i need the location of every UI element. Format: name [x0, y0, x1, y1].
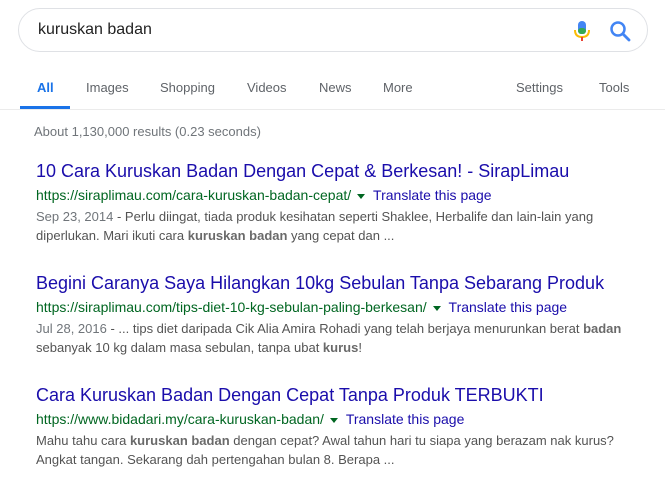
search-result: Begini Caranya Saya Hilangkan 10kg Sebul…: [36, 272, 646, 357]
result-url: https://siraplimau.com/tips-diet-10-kg-s…: [36, 299, 427, 315]
result-url: https://www.bidadari.my/cara-kuruskan-ba…: [36, 411, 324, 427]
search-icon[interactable]: [609, 20, 631, 42]
search-result: Cara Kuruskan Badan Dengan Cepat Tanpa P…: [36, 384, 646, 469]
snippet-text: - ... tips diet daripada Cik Alia Amira …: [106, 321, 584, 336]
tab-all[interactable]: All: [37, 80, 54, 95]
result-stats: About 1,130,000 results (0.23 seconds): [34, 124, 261, 139]
tab-videos[interactable]: Videos: [247, 80, 287, 95]
snippet-text: yang cepat dan ...: [287, 228, 395, 243]
snippet-text: sebanyak 10 kg dalam masa sebulan, tanpa…: [36, 340, 323, 355]
result-snippet: Sep 23, 2014 - Perlu diingat, tiada prod…: [36, 207, 636, 245]
result-date: Jul 28, 2016: [36, 321, 107, 336]
tab-more[interactable]: More: [383, 80, 413, 95]
translate-link[interactable]: Translate this page: [373, 187, 492, 203]
search-tabs: All Images Shopping Videos News More Set…: [0, 72, 665, 110]
result-snippet: Mahu tahu cara kuruskan badan dengan cep…: [36, 431, 636, 469]
snippet-text: !: [358, 340, 362, 355]
tab-tools[interactable]: Tools: [599, 80, 629, 95]
url-dropdown-icon[interactable]: [357, 193, 366, 199]
snippet-text: Mahu tahu cara: [36, 433, 130, 448]
tabs-divider: [0, 109, 665, 110]
search-input[interactable]: kuruskan badan: [38, 21, 152, 39]
snippet-highlight: kuruskan badan: [187, 228, 288, 243]
tab-settings[interactable]: Settings: [516, 80, 563, 95]
tab-news[interactable]: News: [319, 80, 352, 95]
result-title-link[interactable]: Begini Caranya Saya Hilangkan 10kg Sebul…: [36, 272, 646, 294]
search-result: 10 Cara Kuruskan Badan Dengan Cepat & Be…: [36, 160, 646, 245]
result-date: Sep 23, 2014: [36, 209, 114, 224]
microphone-icon[interactable]: [572, 20, 592, 42]
tab-images[interactable]: Images: [86, 80, 129, 95]
result-url: https://siraplimau.com/cara-kuruskan-bad…: [36, 187, 352, 203]
url-dropdown-icon[interactable]: [432, 305, 441, 311]
result-snippet: Jul 28, 2016 - ... tips diet daripada Ci…: [36, 319, 636, 357]
tab-shopping[interactable]: Shopping: [160, 80, 215, 95]
result-title-link[interactable]: 10 Cara Kuruskan Badan Dengan Cepat & Be…: [36, 160, 646, 182]
snippet-highlight: kurus: [322, 340, 359, 355]
result-title-link[interactable]: Cara Kuruskan Badan Dengan Cepat Tanpa P…: [36, 384, 646, 406]
translate-link[interactable]: Translate this page: [449, 299, 568, 315]
snippet-highlight: badan: [583, 321, 622, 336]
url-dropdown-icon[interactable]: [329, 417, 338, 423]
search-box[interactable]: kuruskan badan: [18, 8, 648, 52]
snippet-highlight: kuruskan badan: [129, 433, 230, 448]
translate-link[interactable]: Translate this page: [346, 411, 465, 427]
